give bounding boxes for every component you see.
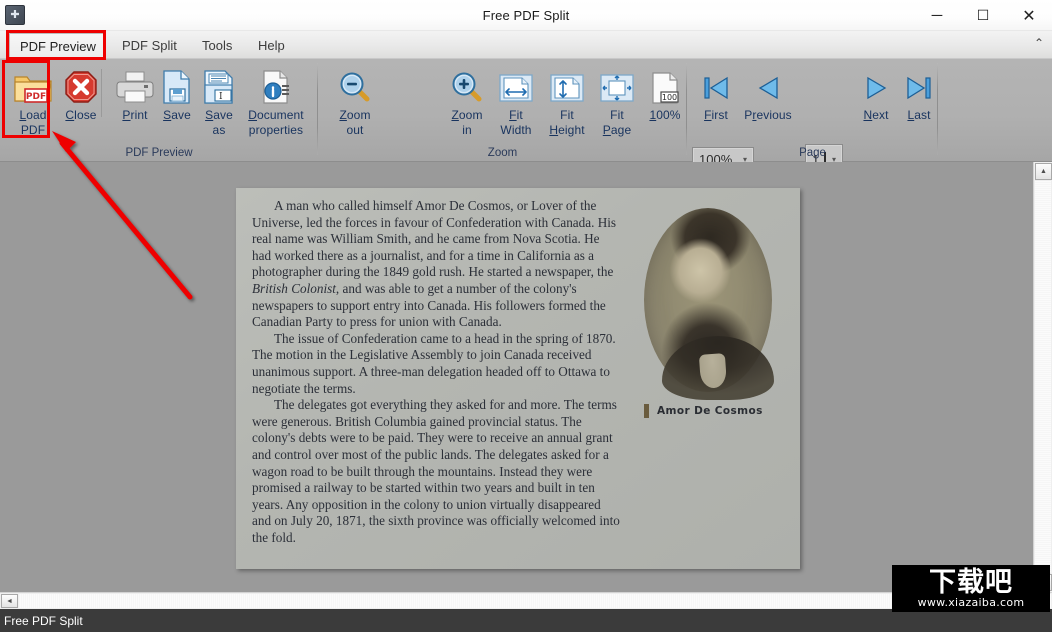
ribbon-group-zoom: Zoom out 100% ▾ Zoom in Fit Width Fit He…: [318, 59, 754, 171]
scroll-up-icon[interactable]: ▲: [1035, 163, 1052, 180]
previous-page-label: Previous: [744, 108, 792, 122]
vertical-scroll-track[interactable]: [1035, 181, 1051, 573]
zoom-in-label: Zoom in: [451, 108, 483, 137]
svg-text:I: I: [219, 92, 223, 102]
paragraph-1-italic: British Colonist: [252, 280, 336, 296]
chevron-up-icon[interactable]: ⌃: [1034, 37, 1044, 49]
tab-pdf-preview[interactable]: PDF Preview: [9, 33, 104, 59]
tab-pdf-split-label: PDF Split: [122, 38, 177, 53]
ribbon-group-pdf-preview-label: PDF Preview: [125, 147, 193, 159]
close-button[interactable]: ✕: [1006, 0, 1052, 31]
pdf-page-text: A man who called himself Amor De Cosmos,…: [252, 198, 620, 546]
save-as-icon: I: [201, 65, 237, 105]
paragraph-2: The issue of Confederation came to a hea…: [252, 330, 616, 396]
svg-text:PDF: PDF: [26, 92, 46, 102]
window-controls: ─ ☐ ✕: [914, 0, 1052, 31]
fit-height-label: Fit Height: [549, 108, 585, 137]
figure-portrait: Amor De Cosmos: [634, 202, 786, 447]
save-as-label: Save as: [205, 108, 233, 137]
figure-caption-row: Amor De Cosmos: [644, 404, 763, 418]
title-bar: ✚ Free PDF Split ─ ☐ ✕: [0, 0, 1052, 31]
fit-page-label: Fit Page: [602, 108, 632, 137]
fit-width-button[interactable]: Fit Width: [487, 65, 545, 138]
tab-help[interactable]: Help: [248, 33, 295, 59]
scroll-left-icon[interactable]: ◄: [1, 594, 18, 608]
last-page-button[interactable]: Last: [890, 65, 948, 123]
next-page-label: Next: [863, 108, 889, 122]
minimize-button[interactable]: ─: [914, 0, 960, 31]
caption-bar-icon: [644, 404, 649, 418]
tab-tools-label: Tools: [202, 38, 233, 53]
application-window: ✚ Free PDF Split ─ ☐ ✕ PDF Preview PDF S…: [0, 0, 1052, 632]
fit-page-icon: [600, 65, 634, 105]
save-label: Save: [163, 108, 191, 122]
paragraph-1-head: A man who called himself Amor De Cosmos,…: [252, 198, 617, 280]
magnifier-minus-icon: [337, 65, 373, 105]
document-properties-button[interactable]: Document properties: [238, 65, 314, 138]
magnifier-plus-icon: [449, 65, 485, 105]
ribbon-group-page-label: Page: [799, 147, 826, 159]
load-pdf-label: Load PDF: [19, 108, 47, 137]
close-ribbon-label: Close: [65, 108, 97, 122]
watermark-url: www.xiazaiba.com: [917, 595, 1025, 609]
fit-width-icon: [499, 65, 533, 105]
previous-page-button[interactable]: Previous: [735, 65, 801, 123]
window-title: Free PDF Split: [482, 8, 570, 23]
svg-text:100: 100: [662, 93, 677, 102]
last-page-label: Last: [907, 108, 931, 122]
pdf-page: A man who called himself Amor De Cosmos,…: [236, 188, 800, 569]
ribbon: PDF Load PDF Close Print Save I Save as …: [0, 59, 1052, 174]
zoom-100-label: 100%: [649, 108, 681, 122]
divider: [937, 63, 938, 155]
watermark-logo-text: 下载吧: [929, 566, 1013, 598]
zoom-out-button[interactable]: Zoom out: [326, 65, 384, 138]
maximize-button[interactable]: ☐: [960, 0, 1006, 31]
floppy-page-icon: [160, 65, 194, 105]
status-bar: Free PDF Split: [0, 609, 1052, 632]
first-page-icon: [699, 65, 733, 105]
figure-caption: Amor De Cosmos: [657, 405, 763, 417]
print-label: Print: [122, 108, 148, 122]
paragraph-1: A man who called himself Amor De Cosmos,…: [252, 198, 620, 331]
portrait-image: [644, 208, 774, 400]
tab-tools[interactable]: Tools: [192, 33, 242, 59]
folder-pdf-icon: PDF: [13, 65, 53, 105]
document-info-icon: [259, 65, 293, 105]
previous-page-icon: [753, 65, 783, 105]
close-octagon-icon: [63, 65, 99, 105]
document-properties-label: Document properties: [248, 108, 304, 137]
ribbon-group-zoom-label: Zoom: [487, 147, 518, 159]
last-page-icon: [902, 65, 936, 105]
divider: [101, 69, 102, 117]
tab-help-label: Help: [258, 38, 285, 53]
tab-pdf-preview-label: PDF Preview: [20, 39, 96, 54]
fit-height-icon: [550, 65, 584, 105]
fit-width-label: Fit Width: [500, 108, 532, 137]
paragraph-3: The delegates got everything they asked …: [252, 397, 620, 545]
ribbon-tab-strip: PDF Preview PDF Split Tools Help ⌃: [0, 31, 1052, 59]
tab-pdf-split[interactable]: PDF Split: [112, 33, 187, 59]
vertical-scrollbar[interactable]: ▲ ▼: [1033, 162, 1052, 592]
zoom-out-label: Zoom out: [339, 108, 371, 137]
page-100-icon: 100: [649, 65, 681, 105]
document-viewport[interactable]: A man who called himself Amor De Cosmos,…: [0, 162, 1052, 609]
status-text: Free PDF Split: [4, 613, 83, 628]
first-page-label: First: [704, 108, 728, 122]
ribbon-group-pdf-preview: PDF Load PDF Close Print Save I Save as …: [0, 59, 318, 162]
next-page-icon: [861, 65, 891, 105]
watermark: 下载吧 www.xiazaiba.com: [892, 565, 1050, 612]
ribbon-group-page: First Previous 1 ▾ Next Last Page: [687, 59, 938, 174]
